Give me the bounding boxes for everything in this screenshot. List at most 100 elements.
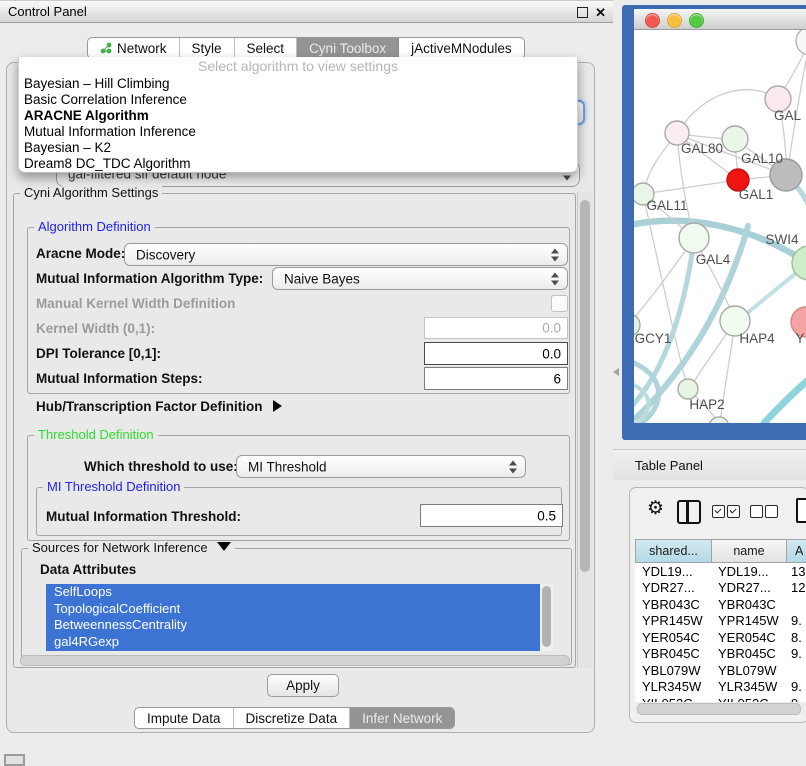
tab-infer-network[interactable]: Infer Network — [350, 708, 454, 728]
network-edge[interactable] — [643, 180, 738, 194]
algorithm-option[interactable]: Basic Correlation Inference — [19, 92, 577, 108]
network-node[interactable] — [796, 30, 806, 55]
table-cell: 9. — [786, 646, 806, 661]
table-body[interactable]: YDL19...YDL19...13YDR27...YDR27...12YBR0… — [635, 563, 806, 702]
tab-select[interactable]: Select — [235, 38, 298, 58]
close-icon[interactable]: ✕ — [595, 2, 606, 23]
settings-scrollbar-track[interactable] — [577, 192, 593, 668]
kernel-width-field[interactable]: 0.0 — [424, 317, 568, 339]
tab-style[interactable]: Style — [180, 38, 235, 58]
dpi-tolerance-field[interactable]: 0.0 — [424, 342, 568, 365]
column-header-shared-name[interactable]: shared... — [636, 540, 712, 562]
network-edge[interactable] — [677, 90, 778, 134]
page-icon[interactable] — [796, 498, 806, 523]
table-cell: YBR045C — [711, 646, 786, 661]
kernel-width-value: 0.0 — [542, 321, 561, 336]
table-cell: 9. — [786, 679, 806, 694]
column-header-clipped[interactable]: A — [787, 540, 806, 562]
mi-steps-field[interactable]: 6 — [424, 367, 568, 390]
select-all-checkbox-icon[interactable] — [712, 505, 725, 518]
deselect-all-checkbox-icon[interactable] — [765, 505, 778, 518]
mi-algorithm-type-combo[interactable]: Naive Bayes — [272, 267, 568, 290]
table-cell: 9. — [786, 613, 806, 628]
settings-scrollbar-thumb[interactable] — [580, 200, 590, 572]
which-threshold-value: MI Threshold — [248, 459, 327, 474]
gear-icon[interactable]: ⚙ — [647, 498, 664, 520]
aracne-mode-value: Discovery — [136, 247, 195, 262]
attributes-scrollbar[interactable] — [540, 584, 553, 651]
tab-cyni-toolbox[interactable]: Cyni Toolbox — [297, 38, 399, 58]
node-label: GAL4 — [696, 252, 731, 267]
table-cell: YER054C — [635, 630, 711, 645]
algorithm-option[interactable]: ARACNE Algorithm — [19, 108, 577, 124]
network-node[interactable] — [722, 126, 748, 152]
network-edge[interactable] — [764, 374, 806, 423]
check-mark — [714, 506, 721, 513]
tab-jactivemnodules[interactable]: jActiveMNodules — [399, 38, 524, 58]
apply-button[interactable]: Apply — [267, 674, 339, 697]
tab-impute-data[interactable]: Impute Data — [135, 708, 234, 728]
network-window-titlebar[interactable] — [634, 9, 806, 30]
table-row[interactable]: YIL052CYIL052C9 — [635, 695, 806, 702]
minimize-traffic-light[interactable] — [667, 13, 682, 28]
table-cell: YDR27... — [711, 580, 786, 595]
table-cell: YLR345W — [711, 679, 786, 694]
table-row[interactable]: YDL19...YDL19...13 — [635, 563, 806, 580]
attribute-item[interactable]: TopologicalCoefficient — [46, 601, 553, 618]
which-threshold-combo[interactable]: MI Threshold — [236, 455, 526, 478]
node-label: GAL11 — [646, 198, 687, 213]
attribute-item[interactable]: gal4RGexp — [46, 634, 553, 651]
table-hscroll-track[interactable] — [635, 702, 806, 714]
table-cell: YBR043C — [635, 597, 711, 612]
minimized-panel-icon[interactable] — [4, 754, 25, 766]
scrollbar-thumb[interactable] — [542, 586, 551, 647]
algorithm-option[interactable]: Bayesian – Hill Climbing — [19, 76, 577, 92]
network-node[interactable] — [709, 417, 729, 423]
mi-algorithm-type-label: Mutual Information Algorithm Type: — [36, 271, 263, 286]
tab-network[interactable]: Network — [88, 38, 180, 58]
tab-discretize-data[interactable]: Discretize Data — [234, 708, 351, 728]
aracne-mode-combo[interactable]: Discovery — [124, 243, 568, 266]
table-hscroll-thumb[interactable] — [637, 703, 801, 715]
table-row[interactable]: YBL079WYBL079W — [635, 662, 806, 679]
table-row[interactable]: YBR043CYBR043C — [635, 596, 806, 613]
table-cell: YBL079W — [711, 663, 786, 678]
network-icon — [100, 42, 112, 54]
algorithm-option[interactable]: Mutual Information Inference — [19, 124, 577, 140]
close-traffic-light[interactable] — [645, 13, 660, 28]
node-label: GCY1 — [635, 331, 672, 346]
expand-right-icon[interactable] — [273, 400, 282, 412]
horizontal-scrollbar[interactable] — [20, 655, 570, 666]
float-panel-icon[interactable] — [577, 7, 588, 18]
tab-label: Cyni Toolbox — [309, 41, 386, 56]
data-attributes-list[interactable]: SelfLoopsTopologicalCoefficientBetweenne… — [46, 584, 553, 651]
table-row[interactable]: YER054CYER054C8. — [635, 629, 806, 646]
algorithm-option[interactable]: Dream8 DC_TDC Algorithm — [19, 156, 577, 172]
column-header-name[interactable]: name — [712, 540, 787, 562]
split-columns-icon[interactable] — [677, 500, 701, 524]
network-node[interactable] — [678, 379, 698, 399]
table-row[interactable]: YBR045CYBR045C9. — [635, 646, 806, 663]
mi-threshold-value: 0.5 — [537, 508, 556, 523]
node-label: HAP4 — [739, 331, 775, 346]
attribute-item[interactable]: SelfLoops — [46, 584, 553, 601]
mi-steps-label: Mutual Information Steps: — [36, 371, 203, 386]
network-node[interactable] — [679, 223, 709, 253]
table-row[interactable]: YPR145WYPR145W9. — [635, 613, 806, 630]
zoom-traffic-light[interactable] — [689, 13, 704, 28]
algorithm-option[interactable]: Bayesian – K2 — [19, 140, 577, 156]
control-panel-tabs: Network Style Select Cyni Toolbox jActiv… — [87, 37, 525, 59]
select-all-checkbox-icon[interactable] — [727, 505, 740, 518]
table-cell: YPR145W — [711, 613, 786, 628]
collapse-down-icon[interactable] — [217, 542, 231, 551]
mi-threshold-field[interactable]: 0.5 — [420, 504, 563, 527]
deselect-all-checkbox-icon[interactable] — [750, 505, 763, 518]
table-row[interactable]: YLR345WYLR345W9. — [635, 679, 806, 696]
table-row[interactable]: YDR27...YDR27...12 — [635, 580, 806, 597]
splitter-handle[interactable] — [613, 368, 619, 376]
attribute-item[interactable]: BetweennessCentrality — [46, 617, 553, 634]
data-attributes-label: Data Attributes — [40, 562, 136, 577]
network-canvas[interactable]: GALGAL80GAL10GAL1GAL11SWI4GAL4GCY1HAP4YH… — [634, 30, 806, 423]
manual-kernel-checkbox[interactable] — [551, 295, 568, 312]
manual-kernel-label: Manual Kernel Width Definition — [36, 296, 235, 311]
